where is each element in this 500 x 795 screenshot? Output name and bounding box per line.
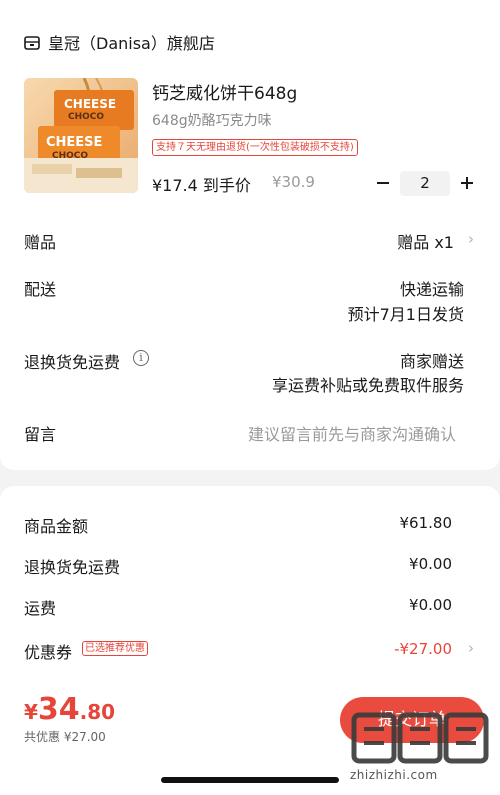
chevron-right-icon[interactable]: › (468, 230, 474, 248)
return-shipping-desc: 享运费补贴或免费取件服务 (271, 376, 464, 395)
return-shipping-value: 商家赠送 (399, 352, 464, 371)
chevron-right-icon[interactable]: › (468, 639, 474, 657)
product-image-text-2: CHOCO (68, 112, 104, 122)
return-shipping-label: 退换货免运费 (24, 353, 121, 372)
coupon-label: 优惠券 (24, 643, 73, 662)
remark-input[interactable]: 建议留言前先与商家沟通确认 (248, 421, 456, 445)
store-name: 皇冠（Danisa）旗舰店 (48, 34, 215, 53)
product-image-text-3: CHEESE (46, 135, 102, 150)
product-price: ¥17.4 到手价 (152, 176, 251, 195)
goods-amount-label: 商品金额 (24, 517, 89, 536)
shipping-label: 运费 (24, 599, 57, 618)
shipping-value: ¥0.00 (409, 596, 452, 614)
minus-icon (377, 182, 389, 184)
product-title[interactable]: 钙芝威化饼干648g (152, 79, 297, 104)
plus-icon (461, 177, 473, 189)
return-fee-value: ¥0.00 (409, 555, 452, 573)
delivery-label: 配送 (24, 280, 57, 299)
total-integer: 34 (37, 692, 80, 727)
total-decimal: .80 (79, 700, 116, 724)
coupon-value[interactable]: -¥27.00 (394, 640, 452, 658)
gift-label: 赠品 (24, 233, 57, 252)
delivery-date: 预计7月1日发货 (347, 305, 464, 324)
store-header[interactable]: 皇冠（Danisa）旗舰店 (24, 31, 215, 53)
goods-amount-value: ¥61.80 (399, 514, 453, 532)
return-policy-badge: 支持７天无理由退货(一次性包装破损不支持) (152, 139, 358, 156)
product-original-price: ¥30.9 (272, 173, 315, 191)
quantity-decrease-button[interactable] (372, 171, 394, 195)
total-currency: ¥ (24, 700, 38, 724)
product-image[interactable]: CHEESE CHOCO CHEESE CHOCO (24, 78, 138, 193)
home-indicator[interactable] (161, 777, 339, 783)
quantity-input[interactable]: 2 (400, 171, 450, 196)
total-discount: 共优惠 ¥27.00 (24, 730, 106, 744)
store-icon (24, 35, 40, 50)
delivery-method: 快递运输 (399, 280, 464, 299)
product-image-text-1: CHEESE (64, 97, 116, 111)
remark-label: 留言 (24, 425, 57, 444)
product-image-text-4: CHOCO (52, 151, 88, 161)
product-spec[interactable]: 648g奶酪巧克力味 (152, 110, 272, 130)
quantity-increase-button[interactable] (456, 171, 478, 195)
return-fee-label: 退换货免运费 (24, 558, 121, 577)
info-icon[interactable]: i (133, 350, 149, 366)
coupon-recommended-tag: 已选推荐优惠 (82, 641, 148, 656)
total-price: ¥34.80 (24, 692, 115, 727)
watermark-text: zhizhizhi.com (350, 768, 438, 782)
gift-value[interactable]: 赠品 x1 (397, 229, 454, 253)
